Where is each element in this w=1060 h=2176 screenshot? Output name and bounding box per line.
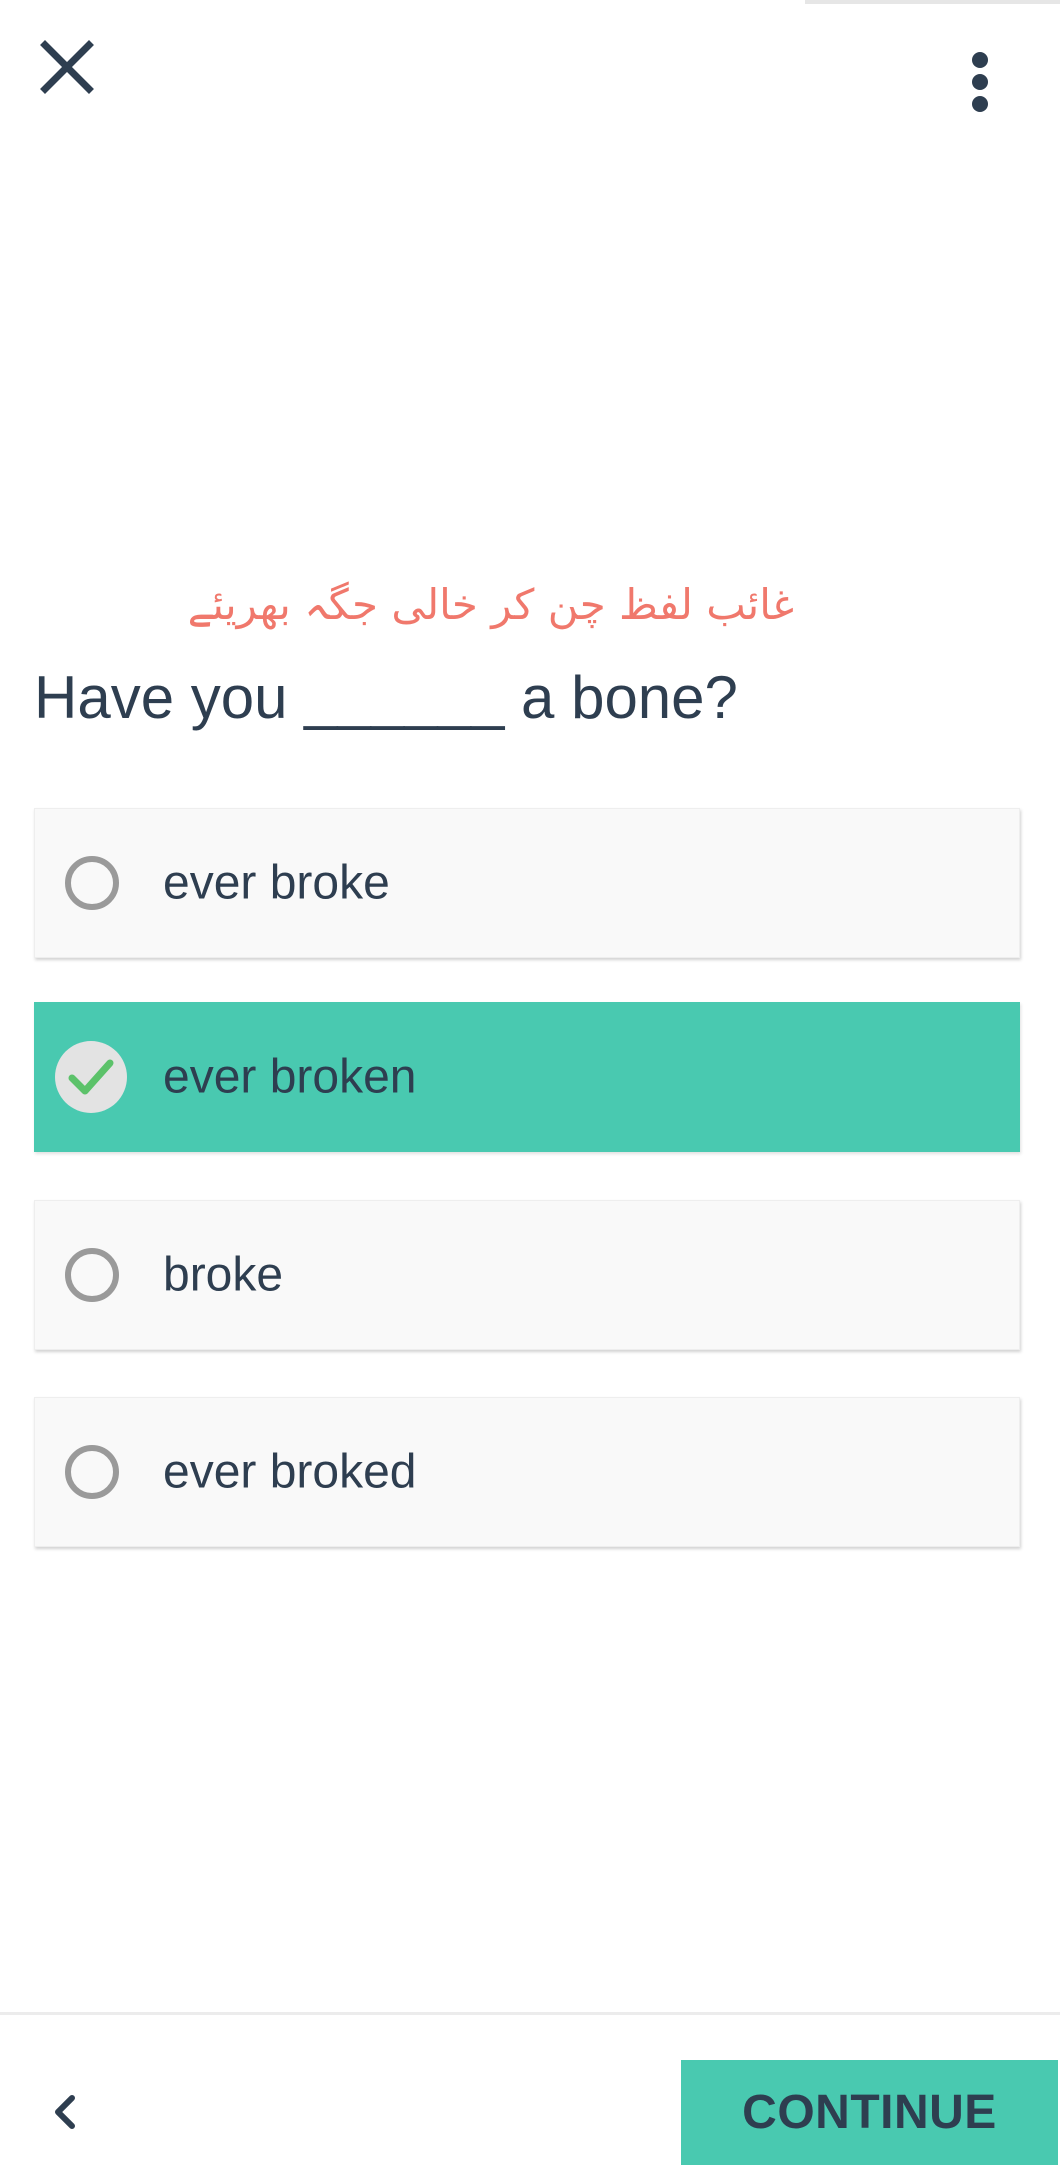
question-text: Have you ______ a bone?: [34, 664, 738, 731]
more-vertical-icon: [972, 52, 988, 112]
more-options-button[interactable]: [948, 40, 1012, 124]
close-icon: [40, 40, 94, 94]
checkmark-icon[interactable]: [55, 1041, 127, 1113]
answer-option[interactable]: broke: [34, 1200, 1020, 1350]
radio-unchecked-icon[interactable]: [65, 1445, 119, 1499]
radio-unchecked-icon[interactable]: [65, 856, 119, 910]
continue-button[interactable]: CONTINUE: [681, 2060, 1058, 2165]
option-label: broke: [163, 1248, 284, 1302]
option-label: ever broked: [163, 1445, 417, 1499]
chevron-left-icon: [55, 2095, 75, 2129]
quiz-screen: غائب لفظ چن کر خالی جگہ بھریئے Have you …: [0, 0, 1060, 2176]
instruction-text: غائب لفظ چن کر خالی جگہ بھریئے: [187, 580, 794, 629]
answer-option[interactable]: ever broke: [34, 808, 1020, 958]
radio-unchecked-icon[interactable]: [65, 1248, 119, 1302]
option-label: ever broke: [163, 856, 390, 910]
close-button[interactable]: [30, 30, 104, 104]
status-divider: [805, 0, 1060, 4]
answer-option[interactable]: ever broked: [34, 1397, 1020, 1547]
answer-option-selected[interactable]: ever broken: [34, 1002, 1020, 1152]
option-label: ever broken: [163, 1050, 417, 1104]
back-button[interactable]: [34, 2082, 94, 2142]
